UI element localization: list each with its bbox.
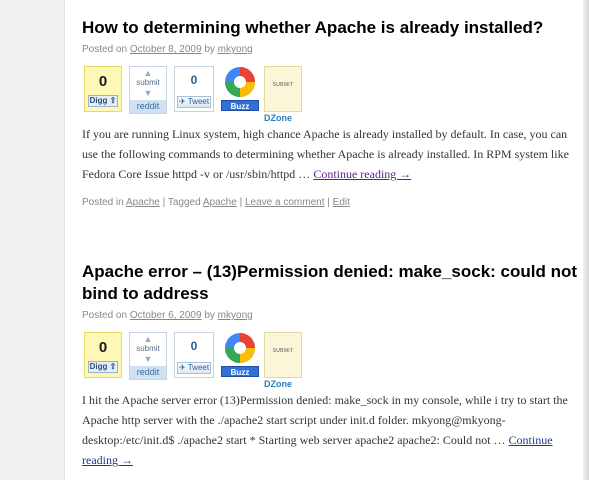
posted-on-label: Posted on — [82, 44, 128, 55]
page-left-gutter — [0, 0, 65, 480]
reddit-widget[interactable]: ▲ submit ▼ reddit — [129, 66, 167, 114]
twitter-bird-icon: ✈ — [178, 97, 186, 106]
share-buttons: 0 Digg ⇧ ▲ submit ▼ reddit 0 ✈ Tweet Buz… — [82, 66, 578, 124]
tweet-button[interactable]: ✈ Tweet — [177, 96, 211, 108]
by-label: by — [204, 44, 215, 55]
post-date-link[interactable]: October 8, 2009 — [130, 44, 202, 55]
digg-widget[interactable]: 0 Digg ⇧ — [84, 332, 122, 378]
category-link[interactable]: Apache — [126, 197, 160, 208]
upvote-arrow-icon[interactable]: ▲ — [130, 334, 166, 344]
share-buttons: 0 Digg ⇧ ▲ submit ▼ reddit 0 ✈ Tweet Buz… — [82, 332, 578, 390]
twitter-bird-icon: ✈ — [178, 363, 186, 372]
reddit-widget[interactable]: ▲ submit ▼ reddit — [129, 332, 167, 380]
tweet-button[interactable]: ✈ Tweet — [177, 362, 211, 374]
dzone-widget[interactable]: SUBMIT — [264, 332, 302, 378]
digg-count: 0 — [98, 73, 108, 90]
post-title-link[interactable]: Apache error – (13)Permission denied: ma… — [82, 261, 578, 305]
author-link[interactable]: mkyong — [218, 44, 253, 55]
tweet-widget: 0 ✈ Tweet — [174, 66, 214, 112]
post-title-link[interactable]: How to determining whether Apache is alr… — [82, 17, 578, 39]
buzz-widget[interactable]: Buzz — [221, 66, 259, 112]
page-right-edge — [583, 0, 589, 480]
tweet-widget: 0 ✈ Tweet — [174, 332, 214, 378]
reddit-submit-label: submit — [136, 344, 160, 353]
dzone-logo: DZone — [264, 113, 292, 123]
post-article: How to determining whether Apache is alr… — [82, 17, 578, 209]
digg-arrow-icon: ⇧ — [109, 96, 117, 105]
dzone-submit-label: SUBMIT — [272, 82, 294, 88]
dzone-submit-label: SUBMIT — [272, 348, 294, 354]
buzz-widget[interactable]: Buzz — [221, 332, 259, 378]
author-link[interactable]: mkyong — [218, 310, 253, 321]
tagged-label: | Tagged — [162, 197, 201, 208]
continue-reading-link[interactable]: Continue reading → — [313, 167, 411, 181]
tweet-count: 0 — [190, 339, 198, 353]
footer-separator: | — [327, 197, 330, 208]
reddit-label: reddit — [130, 100, 166, 113]
upvote-arrow-icon[interactable]: ▲ — [130, 68, 166, 78]
post-footer: Posted in Apache | Tagged Apache | Leave… — [82, 196, 578, 209]
downvote-arrow-icon[interactable]: ▼ — [130, 354, 166, 364]
post-excerpt: I hit the Apache server error (13)Permis… — [82, 393, 568, 467]
reddit-submit-label: submit — [136, 78, 160, 87]
post-excerpt: If you are running Linux system, high ch… — [82, 127, 569, 181]
digg-button[interactable]: Digg ⇧ — [88, 361, 118, 373]
buzz-button[interactable]: Buzz — [221, 366, 259, 377]
google-buzz-icon — [225, 67, 255, 97]
digg-button[interactable]: Digg ⇧ — [88, 95, 118, 107]
digg-widget[interactable]: 0 Digg ⇧ — [84, 66, 122, 112]
dzone-widget[interactable]: SUBMIT — [264, 66, 302, 112]
posted-in-label: Posted in — [82, 197, 124, 208]
post-meta: Posted on October 6, 2009 by mkyong — [82, 309, 578, 322]
leave-comment-link[interactable]: Leave a comment — [245, 197, 325, 208]
digg-arrow-icon: ⇧ — [109, 362, 117, 371]
post-date-link[interactable]: October 6, 2009 — [130, 310, 202, 321]
reddit-label: reddit — [130, 366, 166, 379]
tag-link[interactable]: Apache — [203, 197, 237, 208]
post-meta: Posted on October 8, 2009 by mkyong — [82, 43, 578, 56]
tweet-count: 0 — [190, 73, 198, 87]
digg-count: 0 — [98, 339, 108, 356]
footer-separator: | — [239, 197, 243, 208]
post-article: Apache error – (13)Permission denied: ma… — [82, 261, 578, 470]
dzone-logo: DZone — [264, 379, 292, 389]
buzz-button[interactable]: Buzz — [221, 100, 259, 111]
edit-link[interactable]: Edit — [333, 197, 350, 208]
posted-on-label: Posted on — [82, 310, 128, 321]
by-label: by — [204, 310, 215, 321]
google-buzz-icon — [225, 333, 255, 363]
downvote-arrow-icon[interactable]: ▼ — [130, 88, 166, 98]
